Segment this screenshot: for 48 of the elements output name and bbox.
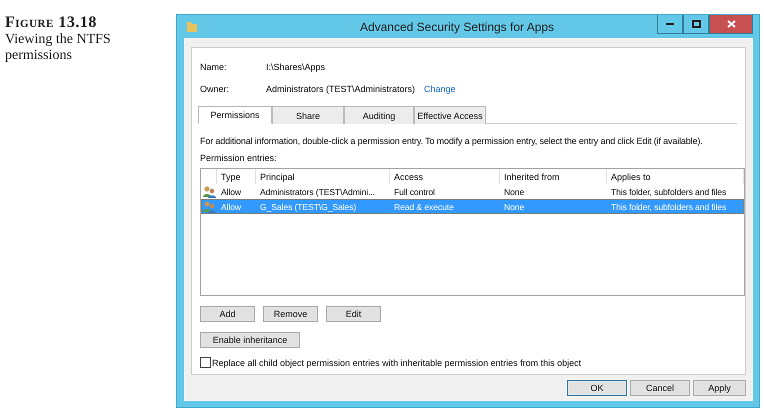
field-value: I:\Shares\Apps [266, 62, 326, 72]
users-icon [202, 200, 216, 212]
change-link[interactable]: Change [424, 84, 456, 94]
entry-button[interactable]: Edit [326, 306, 381, 322]
table-cell-text: Read & execute [393, 202, 455, 212]
table-cell-text: Full control [393, 186, 436, 196]
table-cell-text: Allow [220, 202, 242, 212]
field-value: Administrators (TEST\Administrators) [266, 84, 416, 94]
column-header[interactable]: Applies to [607, 169, 744, 184]
dialog-button[interactable]: OK [567, 380, 627, 396]
column-header[interactable]: Principal [256, 169, 390, 184]
permission-row[interactable]: Allow Administrators (TEST\Admini... Full control None This folder, subfolders and files [201, 184, 744, 199]
table-cell-text: This folder, subfolders and files [610, 202, 728, 212]
maximize-button[interactable] [683, 15, 709, 34]
enable-inheritance-button[interactable]: Enable inheritance [200, 332, 300, 348]
tab[interactable]: Share [272, 106, 344, 124]
tab[interactable]: Auditing [344, 106, 414, 124]
entry-button[interactable]: Remove [263, 306, 318, 322]
table-cell-text: Allow [220, 186, 242, 196]
tab[interactable]: Permissions [198, 106, 272, 124]
close-button[interactable] [709, 15, 753, 34]
table-cell-text: This folder, subfolders and files [610, 186, 728, 196]
column-header[interactable]: Inherited from [500, 169, 607, 184]
figure-label: Figure 13.18 [5, 14, 98, 32]
users-icon [202, 186, 216, 198]
tab[interactable]: Effective Access [414, 106, 486, 124]
table-cell-text: G_Sales (TEST\G_Sales) [259, 202, 358, 212]
minimize-icon [666, 22, 674, 26]
info-text: For additional information, double-click a permission entry. To modify a permission entry, select the entry and click Edit (if available). [200, 136, 703, 146]
dialog-button[interactable]: Apply [693, 380, 746, 396]
column-header[interactable]: Type [217, 169, 256, 184]
entry-button[interactable]: Add [200, 306, 255, 322]
folder-icon [187, 21, 197, 32]
table-cell-text: Administrators (TEST\Admini... [259, 186, 376, 196]
checkbox-label: Replace all child object permission entries with inheritable permission entries from this object [212, 358, 582, 368]
table-cell-text: None [503, 186, 526, 196]
minimize-button[interactable] [657, 15, 683, 34]
checkbox[interactable] [200, 357, 211, 368]
list-label: Permission entries: [200, 153, 278, 163]
window-title: Advanced Security Settings for Apps [358, 20, 556, 34]
field-label: Owner: [200, 84, 230, 94]
field-label: Name: [200, 62, 228, 72]
maximize-icon [692, 20, 700, 28]
close-icon [726, 20, 736, 28]
dialog-button[interactable]: Cancel [630, 380, 690, 396]
figure-caption: Viewing the NTFS permissions [5, 32, 112, 64]
table-cell-text: None [503, 202, 526, 212]
column-header[interactable]: Access [390, 169, 500, 184]
